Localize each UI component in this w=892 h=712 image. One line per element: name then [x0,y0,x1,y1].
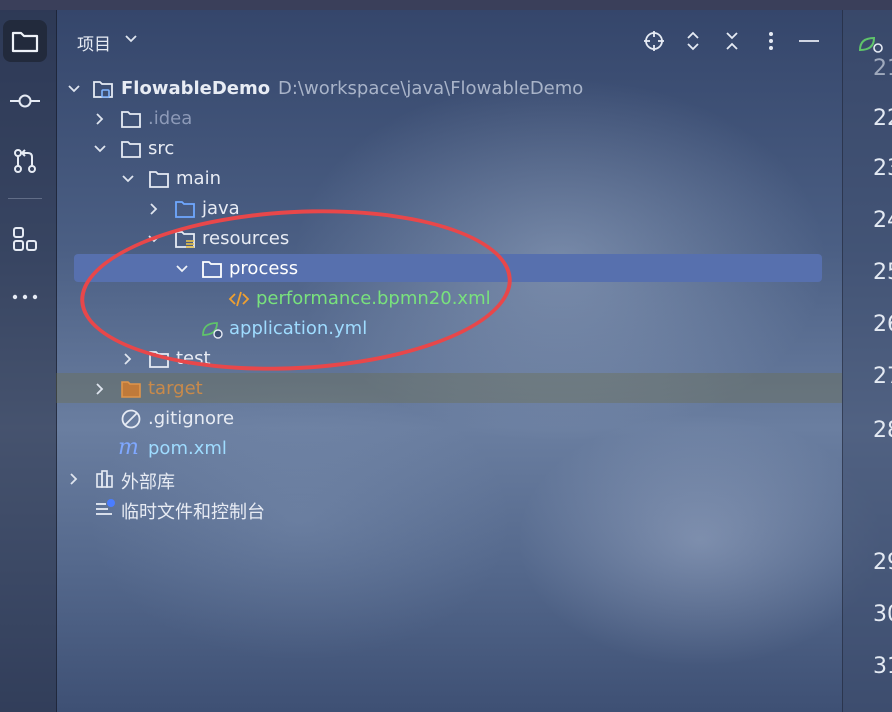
commit-icon [10,94,40,108]
tree-node-src[interactable]: src [56,134,842,164]
expand-all-button[interactable] [682,30,704,52]
options-button[interactable] [760,30,782,52]
chevron-right-icon[interactable] [66,471,82,487]
more-tools-button[interactable] [3,276,47,318]
project-panel-header: 项目 [56,10,842,74]
line-number: 21 [873,56,892,81]
editor-gutter: 21 22 23 24 25 26 27 28 29 30 31 [842,10,892,712]
chevron-down-icon[interactable] [66,81,82,97]
chevron-right-icon[interactable] [92,111,108,127]
chevron-right-icon[interactable] [92,381,108,397]
tree-node-java[interactable]: java [56,194,842,224]
sidebar-divider [8,198,42,199]
folder-name: target [148,378,203,399]
tree-node-gitignore[interactable]: .gitignore [56,404,842,434]
crosshair-icon [644,31,664,51]
expand-icon [687,31,699,51]
title-bar-strip [0,0,892,10]
structure-icon [13,227,37,251]
project-tool-button[interactable] [3,20,47,62]
collapse-all-button[interactable] [721,30,743,52]
folder-name: src [148,138,175,159]
ignore-file-icon [121,409,141,429]
library-icon [96,470,113,488]
folder-name: .idea [148,108,193,129]
line-number: 23 [873,156,892,181]
tree-node-scratches[interactable]: 临时文件和控制台 [56,494,842,524]
node-label: 外部库 [121,472,175,493]
folder-icon [149,171,169,188]
line-number: 26 [873,312,892,337]
chevron-right-icon[interactable] [120,351,136,367]
line-number: 27 [873,364,892,389]
more-vertical-icon [769,32,773,50]
chevron-down-icon[interactable] [92,141,108,157]
more-horizontal-icon [12,294,38,300]
file-name: pom.xml [148,438,227,459]
panel-title[interactable]: 项目 [77,30,111,55]
line-number: 31 [873,654,892,679]
chevron-right-icon[interactable] [146,201,162,217]
folder-name: main [176,168,221,189]
chevron-down-icon[interactable] [124,34,138,44]
tree-node-project-root[interactable]: FlowableDemo D:\workspace\java\FlowableD… [56,74,842,104]
tree-node-idea[interactable]: .idea [56,104,842,134]
file-name: .gitignore [148,408,235,429]
line-number: 24 [873,208,892,233]
tool-window-sidebar [0,10,57,712]
module-folder-icon [93,81,113,98]
pull-request-icon [14,149,36,173]
maven-icon: m [118,435,139,460]
hide-panel-button[interactable] [798,30,820,52]
tree-node-target[interactable]: target [56,374,842,404]
source-folder-icon [175,201,195,218]
project-name: FlowableDemo [121,78,271,99]
folder-icon [121,111,141,128]
excluded-folder-icon [121,381,141,398]
tree-node-external-libraries[interactable]: 外部库 [56,464,842,494]
locate-button[interactable] [643,30,665,52]
commit-tool-button[interactable] [3,80,47,122]
tree-node-main[interactable]: main [56,164,842,194]
tree-node-pom[interactable]: m pom.xml [56,434,842,464]
line-number: 30 [873,602,892,627]
pull-requests-tool-button[interactable] [3,140,47,182]
spring-leaf-icon [858,36,883,53]
line-number: 28 [873,418,892,443]
folder-icon [121,141,141,158]
project-path: D:\workspace\java\FlowableDemo [278,78,584,99]
collapse-icon [726,32,738,50]
node-label: 临时文件和控制台 [121,502,265,523]
scratches-icon [96,499,115,515]
folder-icon [11,31,39,53]
minimize-icon [799,40,819,42]
line-number: 22 [873,106,892,131]
line-number: 29 [873,550,892,575]
chevron-down-icon[interactable] [120,171,136,187]
structure-tool-button[interactable] [3,218,47,260]
line-number: 25 [873,260,892,285]
